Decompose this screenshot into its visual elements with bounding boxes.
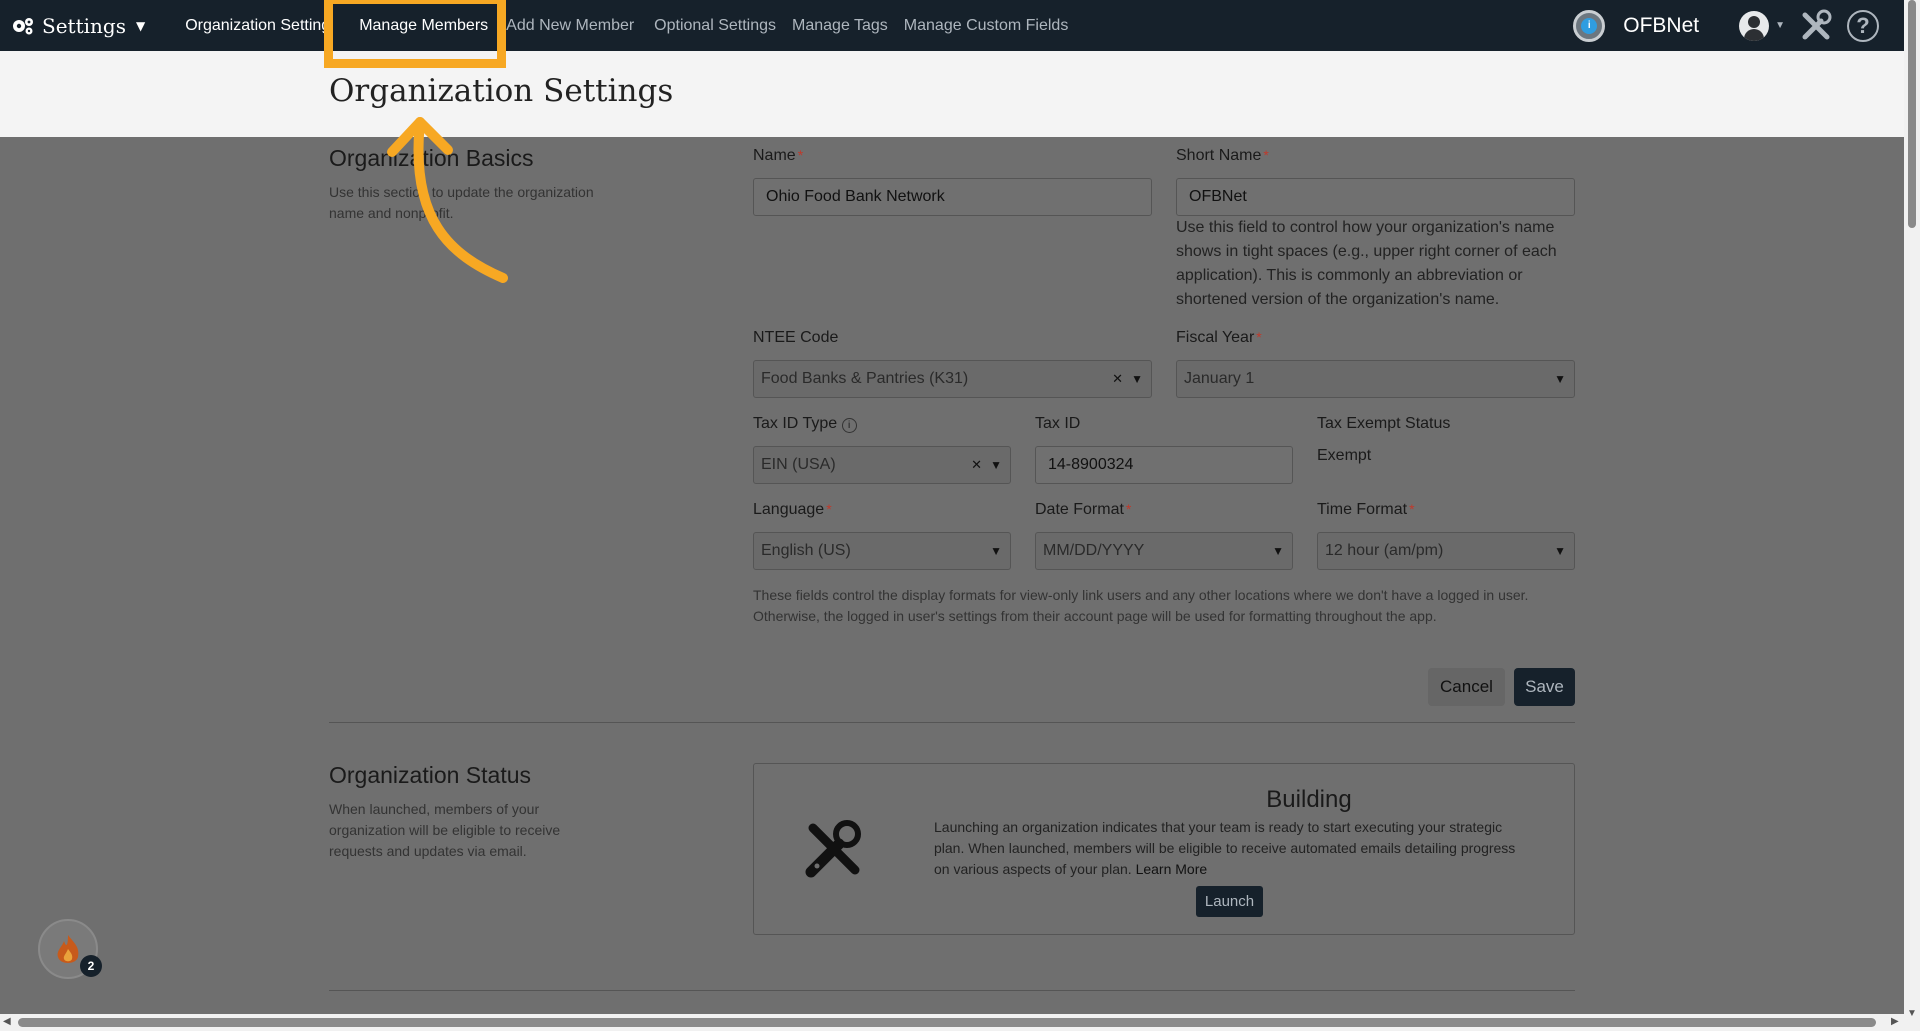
chevron-down-icon: ▼	[1131, 372, 1143, 386]
date-format-label: Date Format *	[1035, 501, 1131, 519]
time-format-select[interactable]: 12 hour (am/pm) ▼	[1317, 532, 1575, 570]
nav-link-manage-tags[interactable]: Manage Tags	[792, 17, 888, 35]
org-logo-letter: i	[1581, 17, 1598, 34]
ntee-select[interactable]: Food Banks & Pantries (K31) ✕ ▼	[753, 360, 1152, 398]
required-marker: *	[797, 147, 804, 163]
time-format-label-text: Time Format	[1317, 501, 1408, 518]
name-input[interactable]: Ohio Food Bank Network	[753, 178, 1152, 216]
scroll-left-arrow-icon[interactable]: ◀	[3, 1016, 11, 1027]
tax-id-type-value: EIN (USA)	[761, 456, 836, 473]
top-navbar: Settings ▼ Organization Settings Manage …	[0, 0, 1904, 51]
chevron-down-icon: ▼	[990, 544, 1002, 558]
vertical-scroll-thumb[interactable]	[1908, 0, 1916, 228]
nav-link-organization-settings[interactable]: Organization Settings	[185, 17, 333, 35]
clear-icon[interactable]: ✕	[971, 447, 982, 483]
org-name[interactable]: OFBNet	[1623, 14, 1699, 38]
fiscal-year-value: January 1	[1184, 370, 1255, 387]
required-marker: *	[1125, 501, 1132, 517]
notification-count-badge: 2	[80, 955, 102, 977]
caret-down-icon: ▼	[135, 18, 146, 33]
short-name-label: Short Name *	[1176, 147, 1269, 165]
save-button[interactable]: Save	[1514, 668, 1575, 706]
tax-id-input[interactable]: 14-8900324	[1035, 446, 1293, 484]
required-marker: *	[1409, 501, 1415, 517]
avatar-head	[1748, 15, 1761, 28]
nav-link-optional-settings[interactable]: Optional Settings	[654, 17, 776, 35]
time-format-value: 12 hour (am/pm)	[1325, 542, 1444, 559]
nav-link-add-new-member[interactable]: Add New Member	[506, 17, 638, 35]
short-name-help: Use this field to control how your organ…	[1176, 219, 1557, 308]
tools-icon[interactable]	[1799, 9, 1833, 43]
nav-link-manage-custom-fields[interactable]: Manage Custom Fields	[904, 17, 1069, 35]
clear-icon[interactable]: ✕	[1112, 361, 1123, 397]
settings-menu-label: Settings	[42, 13, 126, 38]
chevron-down-icon: ▼	[1272, 544, 1284, 558]
page-title: Organization Settings	[329, 73, 674, 109]
language-value: English (US)	[761, 542, 851, 559]
scroll-down-arrow-icon[interactable]: ▼	[1907, 1008, 1917, 1019]
vertical-scrollbar[interactable]: ▼	[1904, 0, 1920, 1031]
section-title-status: Organization Status	[329, 762, 532, 788]
status-desc-text: Launching an organization indicates that…	[934, 819, 1516, 877]
org-status-card: Building Launching an organization indic…	[753, 763, 1575, 935]
ntee-label: NTEE Code	[753, 329, 839, 346]
tax-id-type-label: Tax ID Type i	[753, 415, 857, 433]
chevron-down-icon: ▼	[1554, 544, 1566, 558]
short-name-input[interactable]: OFBNet	[1176, 178, 1575, 216]
tax-exempt-value: Exempt	[1317, 447, 1372, 464]
settings-nav: Organization Settings Manage Members Add…	[185, 0, 1084, 51]
required-marker: *	[1256, 329, 1262, 345]
format-note: These fields control the display formats…	[753, 587, 1529, 624]
user-avatar[interactable]	[1739, 10, 1770, 41]
tax-id-type-label-text: Tax ID Type	[753, 415, 838, 432]
org-logo-icon[interactable]: i	[1573, 9, 1606, 42]
avatar-body	[1744, 28, 1765, 41]
nav-right-group: i OFBNet ▼ ?	[1573, 0, 1904, 51]
caret-down-icon[interactable]: ▼	[1775, 20, 1785, 31]
language-select[interactable]: English (US) ▼	[753, 532, 1011, 570]
tax-id-label: Tax ID	[1035, 415, 1081, 432]
help-icon[interactable]: ?	[1847, 9, 1879, 42]
date-format-label-text: Date Format	[1035, 501, 1124, 518]
section-desc-status: When launched, members of your organizat…	[329, 801, 561, 859]
chevron-down-icon: ▼	[990, 458, 1002, 472]
learn-more-link[interactable]: Learn More	[1136, 861, 1208, 877]
gears-icon	[13, 17, 33, 34]
horizontal-scrollbar[interactable]: ◀ ▶	[0, 1014, 1904, 1031]
launch-button[interactable]: Launch	[1196, 886, 1263, 917]
arrow-annotation-icon	[387, 117, 508, 283]
status-state-description: Launching an organization indicates that…	[934, 817, 1534, 880]
time-format-label: Time Format *	[1317, 501, 1415, 519]
info-icon[interactable]: i	[841, 418, 857, 433]
tax-exempt-label: Tax Exempt Status	[1317, 415, 1451, 432]
cancel-button[interactable]: Cancel	[1428, 668, 1505, 706]
settings-menu[interactable]: Settings ▼	[10, 14, 145, 38]
status-state-title: Building	[1266, 786, 1352, 813]
horizontal-scroll-thumb[interactable]	[18, 1018, 1876, 1027]
fiscal-year-select[interactable]: January 1 ▼	[1176, 360, 1575, 398]
required-marker: *	[826, 501, 832, 517]
date-format-value: MM/DD/YYYY	[1043, 542, 1145, 559]
highlight-annotation	[324, 0, 506, 68]
name-label: Name *	[753, 147, 803, 165]
fiscal-year-label-text: Fiscal Year	[1176, 329, 1255, 346]
required-marker: *	[1263, 147, 1269, 163]
fiscal-year-label: Fiscal Year *	[1176, 329, 1262, 347]
date-format-select[interactable]: MM/DD/YYYY ▼	[1035, 532, 1293, 570]
page-header: Organization Settings	[0, 51, 1904, 137]
section-divider	[329, 722, 1575, 723]
name-label-text: Name	[753, 147, 796, 164]
language-label-text: Language	[753, 501, 825, 518]
section-divider	[329, 990, 1575, 991]
scroll-right-arrow-icon[interactable]: ▶	[1891, 1016, 1899, 1027]
short-name-label-text: Short Name	[1176, 147, 1262, 164]
tools-icon	[805, 820, 861, 878]
language-label: Language *	[753, 501, 832, 519]
ntee-value: Food Banks & Pantries (K31)	[761, 370, 969, 387]
chevron-down-icon: ▼	[1554, 372, 1566, 386]
tax-id-type-select[interactable]: EIN (USA) ✕ ▼	[753, 446, 1011, 484]
